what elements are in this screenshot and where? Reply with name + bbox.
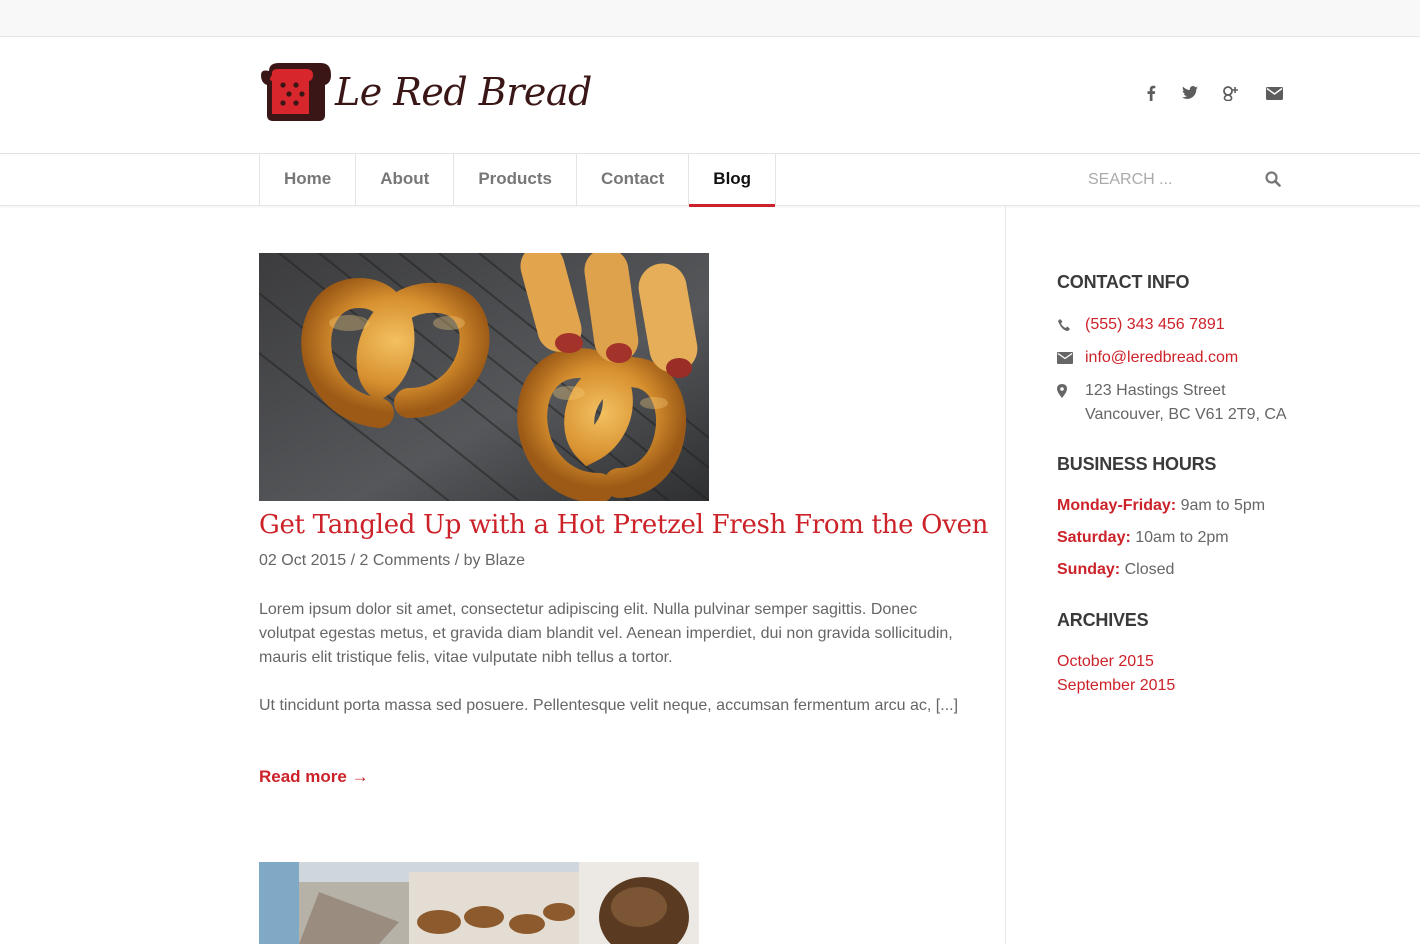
nav-item-home[interactable]: Home xyxy=(260,154,357,205)
bread-logo-icon xyxy=(261,63,331,121)
contact-phone-link[interactable]: (555) 343 456 7891 xyxy=(1085,313,1225,337)
post-excerpt-paragraph: Ut tincidunt porta massa sed posuere. Pe… xyxy=(259,697,959,714)
hours-time: 10am to 2pm xyxy=(1135,529,1229,546)
pretzel-photo xyxy=(259,253,709,501)
envelope-icon xyxy=(1057,346,1085,370)
contact-address: 123 Hastings Street Vancouver, BC V61 2T… xyxy=(1085,379,1287,427)
site-logo-text: Le Red Bread xyxy=(335,70,592,114)
google-plus-link[interactable] xyxy=(1219,85,1243,107)
search-input[interactable] xyxy=(1088,166,1258,194)
hours-day: Saturday: xyxy=(1057,529,1131,546)
search-button[interactable] xyxy=(1263,169,1283,191)
archives-heading: ARCHIVES xyxy=(1057,610,1149,630)
address-line: 123 Hastings Street xyxy=(1085,382,1226,399)
bakery-photo xyxy=(259,862,699,944)
site-logo[interactable]: Le Red Bread xyxy=(259,61,592,123)
address-line: Vancouver, BC V61 2T9, CA xyxy=(1085,406,1287,423)
post-excerpt-paragraph: Lorem ipsum dolor sit amet, consectetur … xyxy=(259,601,953,666)
site-header: Le Red Bread xyxy=(0,37,1420,154)
contact-email-link[interactable]: info@leredbread.com xyxy=(1085,346,1238,370)
hours-time: 9am to 5pm xyxy=(1180,497,1266,514)
top-bar xyxy=(0,0,1420,37)
archive-link-october-2015[interactable]: October 2015 xyxy=(1057,653,1154,671)
sidebar-divider xyxy=(1005,206,1006,944)
post-image-bakery[interactable] xyxy=(259,862,699,944)
author-prefix: by xyxy=(463,552,481,569)
post-comments-link[interactable]: 2 Comments xyxy=(360,552,451,569)
post-date: 02 Oct 2015 xyxy=(259,552,347,569)
meta-separator: / xyxy=(454,552,460,569)
twitter-link[interactable] xyxy=(1178,85,1202,107)
facebook-icon xyxy=(1147,85,1156,101)
contact-phone-row: (555) 343 456 7891 xyxy=(1057,313,1225,337)
contact-info-heading: CONTACT INFO xyxy=(1057,272,1190,292)
email-link[interactable] xyxy=(1262,85,1286,107)
post-title[interactable]: Get Tangled Up with a Hot Pretzel Fresh … xyxy=(259,510,988,540)
phone-icon xyxy=(1057,313,1085,337)
nav-menu: Home About Products Contact Blog xyxy=(259,154,777,207)
hours-day: Monday-Friday: xyxy=(1057,497,1177,514)
facebook-link[interactable] xyxy=(1139,85,1163,107)
hours-row: Sunday: Closed xyxy=(1057,561,1174,579)
contact-address-row: 123 Hastings Street Vancouver, BC V61 2T… xyxy=(1057,379,1287,427)
contact-email-row: info@leredbread.com xyxy=(1057,346,1238,370)
search-icon xyxy=(1265,170,1281,187)
archive-link-september-2015[interactable]: September 2015 xyxy=(1057,677,1175,695)
nav-item-blog[interactable]: Blog xyxy=(689,154,777,207)
read-more-link[interactable]: Read more → xyxy=(259,767,369,787)
nav-item-contact[interactable]: Contact xyxy=(577,154,690,205)
meta-separator: / xyxy=(350,552,356,569)
nav-item-about[interactable]: About xyxy=(356,154,455,205)
nav-item-products[interactable]: Products xyxy=(454,154,578,205)
hours-row: Monday-Friday: 9am to 5pm xyxy=(1057,497,1265,515)
post-image-pretzels[interactable] xyxy=(259,253,709,501)
hours-day: Sunday: xyxy=(1057,561,1121,578)
twitter-icon xyxy=(1182,86,1198,99)
hours-time: Closed xyxy=(1124,561,1175,578)
post-meta: 02 Oct 2015 / 2 Comments / by Blaze xyxy=(259,552,525,570)
post-author-link[interactable]: Blaze xyxy=(485,552,525,569)
hours-row: Saturday: 10am to 2pm xyxy=(1057,529,1229,547)
business-hours-heading: BUSINESS HOURS xyxy=(1057,454,1217,474)
email-icon xyxy=(1265,87,1283,100)
google-plus-icon xyxy=(1223,86,1238,102)
map-marker-icon xyxy=(1057,379,1085,403)
